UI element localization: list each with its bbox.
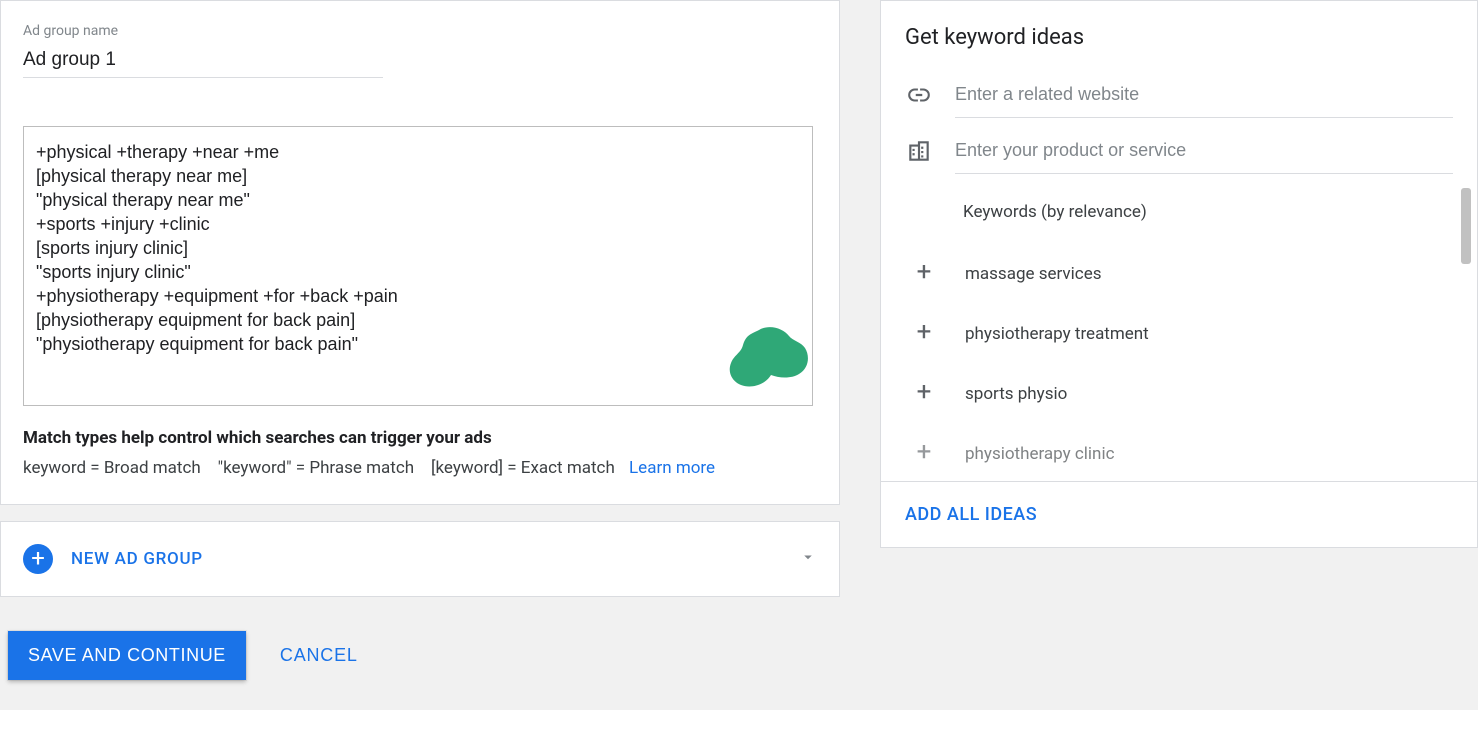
idea-item-label: sports physio: [965, 384, 1067, 404]
footer-actions: SAVE AND CONTINUE CANCEL: [0, 597, 1478, 680]
plus-icon: +: [911, 381, 937, 407]
left-column: Ad group name Match types help control w…: [0, 0, 840, 597]
ad-group-card: Ad group name Match types help control w…: [0, 0, 840, 505]
product-service-input[interactable]: [955, 128, 1453, 174]
idea-item[interactable]: + massage services: [905, 244, 1477, 304]
ad-group-name-input[interactable]: [23, 47, 383, 78]
match-phrase-text: "keyword" = Phrase match: [218, 458, 414, 478]
keyword-ideas-card: Get keyword ideas Keywords (by relevance…: [880, 0, 1478, 548]
new-ad-group-label: NEW AD GROUP: [71, 549, 203, 569]
product-input-row: [881, 128, 1477, 174]
top-row: Ad group name Match types help control w…: [0, 0, 1478, 597]
idea-item-label: physiotherapy treatment: [965, 324, 1149, 344]
chevron-down-icon: [799, 548, 817, 570]
cancel-button[interactable]: CANCEL: [272, 631, 366, 680]
match-broad-text: keyword = Broad match: [23, 458, 201, 478]
ad-group-name-label: Ad group name: [23, 23, 817, 39]
learn-more-link[interactable]: Learn more: [629, 458, 715, 478]
match-exact-text: [keyword] = Exact match: [431, 458, 615, 478]
link-icon: [905, 81, 933, 109]
ideas-list-header: Keywords (by relevance): [905, 180, 1477, 244]
idea-item[interactable]: + physiotherapy clinic: [905, 424, 1477, 481]
match-types-title: Match types help control which searches …: [23, 428, 817, 448]
new-ad-group-card[interactable]: + NEW AD GROUP: [0, 521, 840, 597]
building-icon: [905, 137, 933, 165]
add-all-ideas-button[interactable]: ADD ALL IDEAS: [881, 481, 1477, 547]
plus-circle-icon: +: [23, 544, 53, 574]
idea-item[interactable]: + sports physio: [905, 364, 1477, 424]
keyword-ideas-title: Get keyword ideas: [881, 25, 1477, 72]
match-types-line: keyword = Broad match "keyword" = Phrase…: [23, 458, 817, 478]
related-website-input[interactable]: [955, 72, 1453, 118]
plus-icon: +: [911, 261, 937, 287]
website-input-row: [881, 72, 1477, 118]
plus-icon: +: [911, 441, 937, 467]
card-gap: [0, 505, 840, 521]
idea-item-label: physiotherapy clinic: [965, 444, 1114, 464]
idea-item-label: massage services: [965, 264, 1101, 284]
keywords-textarea[interactable]: [23, 126, 813, 406]
plus-icon: +: [911, 321, 937, 347]
idea-item[interactable]: + physiotherapy treatment: [905, 304, 1477, 364]
keywords-wrapper: [23, 78, 817, 410]
ideas-list: Keywords (by relevance) + massage servic…: [881, 180, 1477, 481]
page-root: Ad group name Match types help control w…: [0, 0, 1478, 710]
scrollbar-thumb[interactable]: [1461, 188, 1471, 264]
save-and-continue-button[interactable]: SAVE AND CONTINUE: [8, 631, 246, 680]
